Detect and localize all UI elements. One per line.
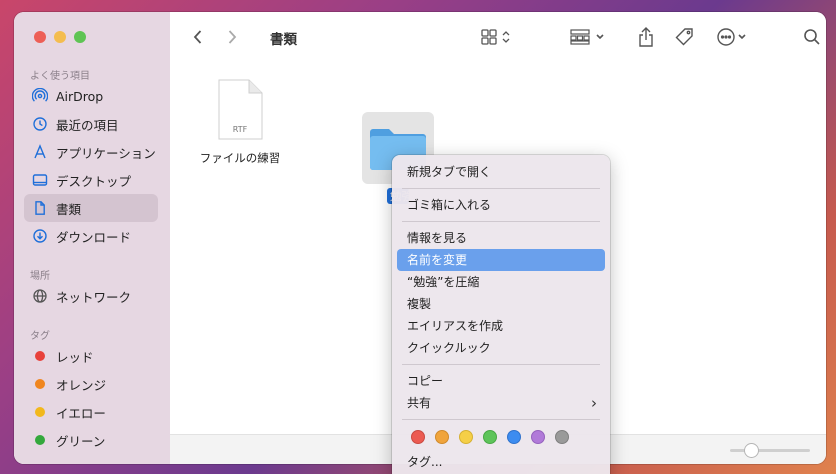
sidebar-item-label: イエロー — [56, 405, 106, 421]
menu-item-label: 共有 — [407, 396, 432, 410]
tag-color-yellow[interactable] — [459, 430, 473, 444]
favorites-section-label: よく使う項目 — [30, 71, 90, 82]
window-title: 書類 — [270, 32, 297, 48]
sidebar-tag-red[interactable]: レッド — [24, 342, 158, 370]
menu-separator — [402, 188, 600, 189]
green-tag-dot-icon — [35, 435, 45, 445]
close-button[interactable] — [34, 31, 46, 43]
file-type-badge: RTF — [233, 125, 248, 134]
sidebar-tag-orange[interactable]: オレンジ — [24, 370, 158, 398]
zoom-button[interactable] — [74, 31, 86, 43]
menu-separator — [402, 221, 600, 222]
sidebar-item-downloads[interactable]: ダウンロード — [24, 222, 158, 250]
sidebar-item-label: デスクトップ — [56, 173, 132, 189]
sidebar-item-label: オレンジ — [56, 377, 107, 393]
grid-view-icon — [481, 29, 510, 45]
toolbar: 書類 — [170, 12, 826, 62]
tag-color-orange[interactable] — [435, 430, 449, 444]
menu-item-share[interactable]: 共有 › — [397, 392, 605, 414]
menu-item-quick-look[interactable]: クイックルック — [397, 337, 605, 359]
menu-item-duplicate[interactable]: 複製 — [397, 293, 605, 315]
action-button[interactable] — [714, 24, 754, 50]
sidebar: よく使う項目 AirDrop 最近の項目 アプリケーション デスクトップ 書類 … — [14, 12, 170, 464]
tag-color-red[interactable] — [411, 430, 425, 444]
icon-size-slider-thumb[interactable] — [744, 443, 759, 458]
sidebar-tag-green[interactable]: グリーン — [24, 426, 158, 454]
yellow-tag-dot-icon — [35, 407, 45, 417]
download-icon — [32, 228, 48, 244]
back-button[interactable] — [188, 24, 208, 50]
tag-color-green[interactable] — [483, 430, 497, 444]
tags-section-label: タグ — [30, 331, 50, 342]
sidebar-item-label: グリーン — [56, 433, 106, 449]
icon-size-slider-track[interactable] — [730, 449, 810, 452]
menu-item-tags[interactable]: タグ... — [397, 451, 605, 473]
view-mode-button[interactable] — [477, 24, 517, 50]
sidebar-item-label: 最近の項目 — [56, 117, 119, 133]
share-icon — [639, 27, 653, 47]
window-controls — [34, 31, 86, 43]
sidebar-tag-yellow[interactable]: イエロー — [24, 398, 158, 426]
locations-section-label: 場所 — [30, 271, 50, 282]
search-icon — [804, 29, 820, 45]
minimize-button[interactable] — [54, 31, 66, 43]
sidebar-item-label: ネットワーク — [56, 289, 132, 305]
context-menu: 新規タブで開く ゴミ箱に入れる 情報を見る 名前を変更 “勉強”を圧縮 複製 エ… — [392, 155, 610, 474]
sidebar-item-desktop[interactable]: デスクトップ — [24, 166, 158, 194]
file-item-rtf[interactable]: RTF ファイルの練習 — [192, 78, 288, 166]
sidebar-item-documents[interactable]: 書類 — [24, 194, 158, 222]
sidebar-item-airdrop[interactable]: AirDrop — [24, 82, 158, 110]
sidebar-item-label: レッド — [56, 349, 94, 365]
menu-item-rename[interactable]: 名前を変更 — [397, 249, 605, 271]
group-view-icon — [570, 29, 604, 45]
ellipsis-circle-icon — [717, 28, 746, 46]
orange-tag-dot-icon — [35, 379, 45, 389]
menu-separator — [402, 419, 600, 420]
applications-icon — [32, 144, 48, 160]
rtf-document-icon: RTF — [218, 79, 263, 140]
red-tag-dot-icon — [35, 351, 45, 361]
airdrop-icon — [32, 88, 48, 104]
document-icon — [32, 200, 48, 216]
clock-icon — [32, 116, 48, 132]
tag-color-purple[interactable] — [531, 430, 545, 444]
menu-item-copy[interactable]: コピー — [397, 370, 605, 392]
sidebar-item-label: アプリケーション — [56, 145, 156, 161]
menu-item-get-info[interactable]: 情報を見る — [397, 227, 605, 249]
tag-color-blue[interactable] — [507, 430, 521, 444]
chevron-right-icon — [228, 30, 237, 44]
tag-color-gray[interactable] — [555, 430, 569, 444]
sidebar-item-recents[interactable]: 最近の項目 — [24, 110, 158, 138]
sidebar-item-label: ダウンロード — [56, 229, 132, 245]
menu-item-compress[interactable]: “勉強”を圧縮 — [397, 271, 605, 293]
menu-item-open-in-new-tab[interactable]: 新規タブで開く — [397, 161, 605, 183]
tag-icon — [675, 28, 693, 46]
file-name: ファイルの練習 — [199, 151, 281, 165]
sidebar-item-network[interactable]: ネットワーク — [24, 282, 158, 310]
tag-button[interactable] — [673, 24, 697, 50]
sidebar-item-label: AirDrop — [56, 88, 104, 104]
forward-button[interactable] — [222, 24, 242, 50]
menu-item-make-alias[interactable]: エイリアスを作成 — [397, 315, 605, 337]
share-button[interactable] — [634, 24, 658, 50]
menu-item-move-to-trash[interactable]: ゴミ箱に入れる — [397, 194, 605, 216]
desktop-icon — [32, 172, 48, 188]
sidebar-item-label: 書類 — [56, 201, 82, 217]
network-icon — [32, 288, 48, 304]
sidebar-item-applications[interactable]: アプリケーション — [24, 138, 158, 166]
chevron-right-icon: › — [591, 394, 597, 412]
group-button[interactable] — [568, 24, 612, 50]
menu-separator — [402, 364, 600, 365]
search-button[interactable] — [800, 24, 824, 50]
chevron-left-icon — [193, 30, 202, 44]
